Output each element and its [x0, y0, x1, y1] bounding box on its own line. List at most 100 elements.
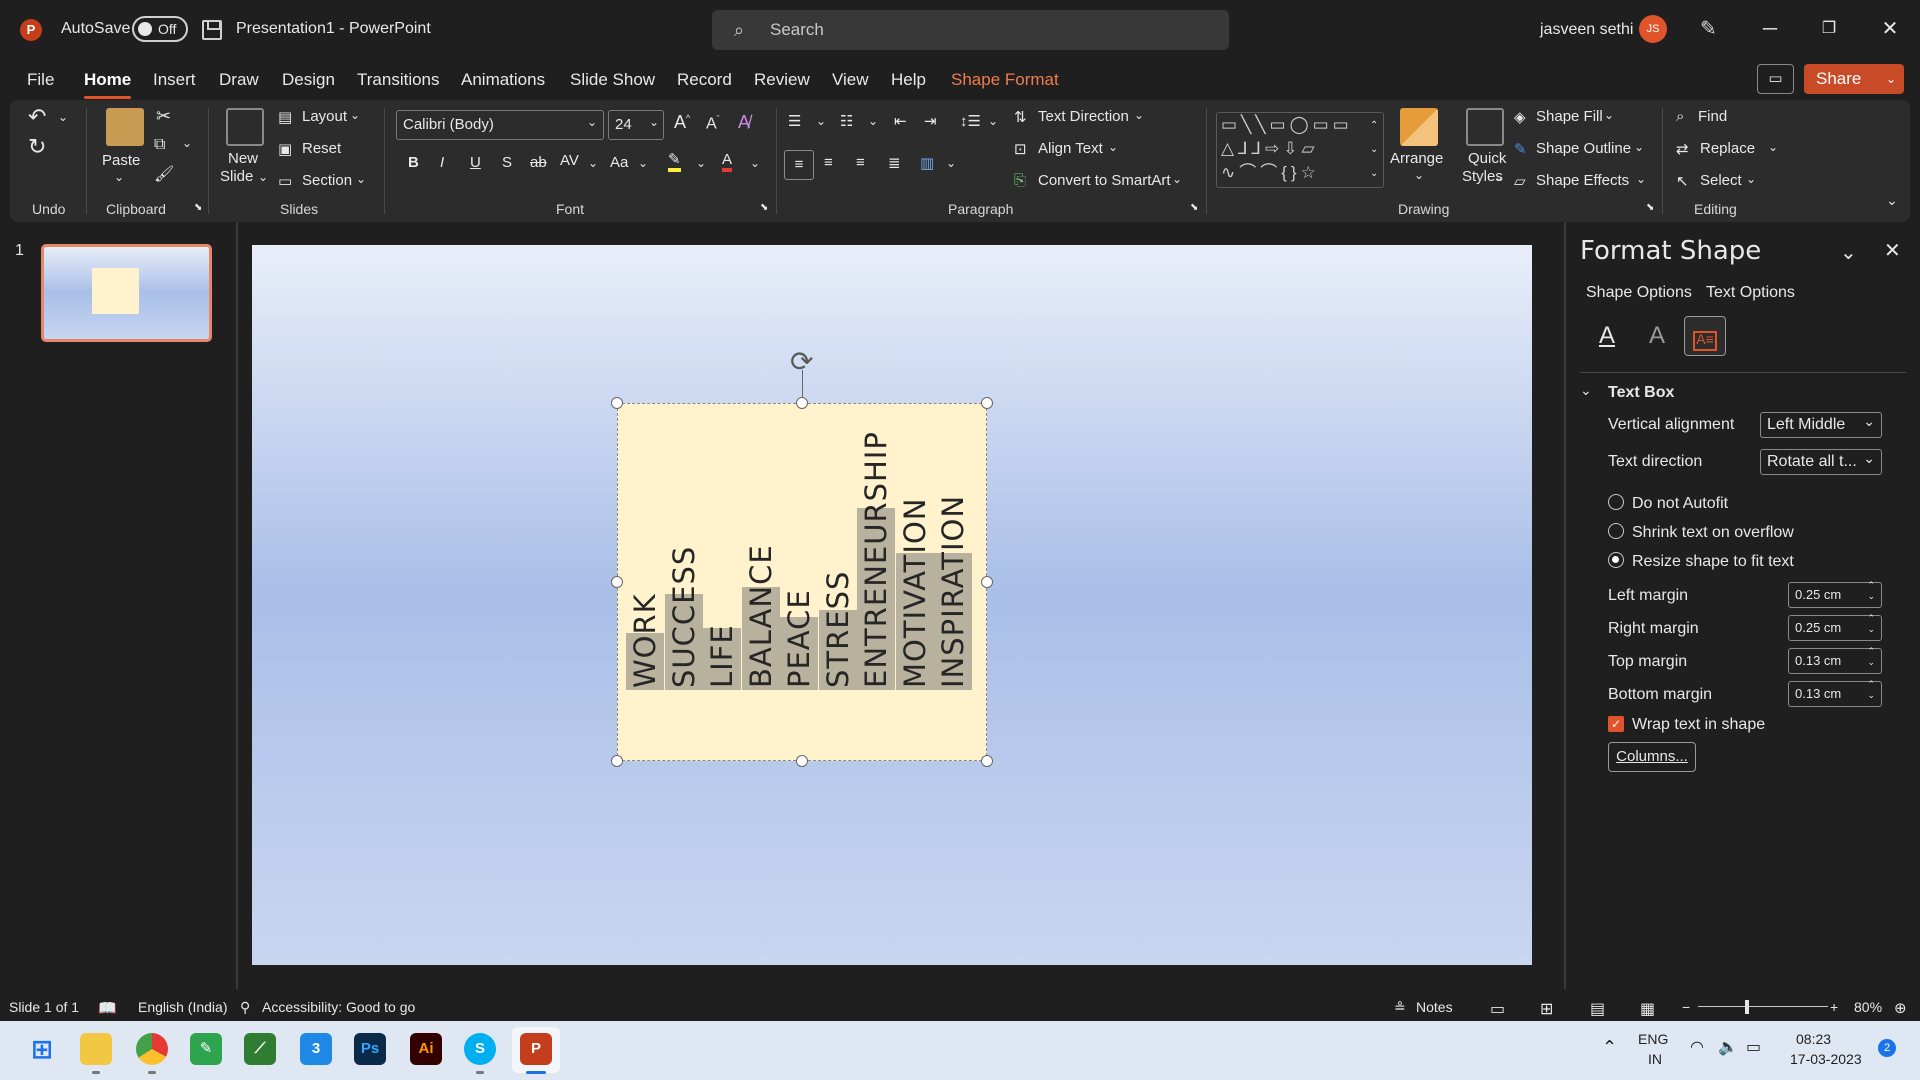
- section-button[interactable]: Section: [302, 172, 352, 189]
- cut-icon[interactable]: ✂: [156, 106, 171, 127]
- comments-button[interactable]: ▭: [1757, 64, 1794, 94]
- shrink-text-radio[interactable]: [1608, 523, 1624, 539]
- find-icon[interactable]: ⌕: [1676, 108, 1684, 125]
- arrange-icon[interactable]: [1400, 108, 1438, 146]
- shape-fill-icon[interactable]: ◈: [1514, 108, 1526, 126]
- resize-handle-bottom[interactable]: [796, 755, 808, 767]
- photoshop-icon[interactable]: Ps: [354, 1033, 386, 1065]
- right-margin-input[interactable]: 0.25 cm: [1788, 613, 1882, 641]
- volume-icon[interactable]: 🔈: [1718, 1037, 1738, 1057]
- new-slide-dropdown-icon[interactable]: ⌄: [258, 170, 268, 184]
- undo-icon[interactable]: ↶: [28, 104, 46, 130]
- restore-icon[interactable]: ❐: [1809, 14, 1849, 44]
- search-box[interactable]: ⌕ Search: [712, 10, 1229, 50]
- section-text-box[interactable]: Text Box: [1608, 384, 1674, 402]
- reading-view-icon[interactable]: ▤: [1590, 999, 1605, 1019]
- font-color-dropdown-icon[interactable]: ⌄: [750, 156, 760, 170]
- align-center-icon[interactable]: ≡: [824, 154, 833, 171]
- chrome-icon[interactable]: [136, 1033, 168, 1065]
- drawing-launcher-icon[interactable]: ⬊: [1646, 202, 1654, 213]
- quick-styles-icon[interactable]: [1466, 108, 1504, 146]
- bold-icon[interactable]: B: [408, 154, 419, 171]
- skype-icon[interactable]: S: [464, 1033, 496, 1065]
- reset-icon[interactable]: ▣: [278, 140, 292, 158]
- shape-effects-dropdown-icon[interactable]: ⌄: [1636, 172, 1646, 186]
- undo-dropdown-icon[interactable]: ⌄: [58, 110, 68, 124]
- replace-icon[interactable]: ⇄: [1676, 140, 1689, 158]
- normal-view-icon[interactable]: ▭: [1490, 999, 1505, 1019]
- save-icon[interactable]: [202, 20, 222, 40]
- tab-home[interactable]: Home: [84, 70, 132, 99]
- tab-shape-options[interactable]: Shape Options: [1586, 284, 1692, 302]
- notification-badge[interactable]: 2: [1878, 1039, 1896, 1057]
- convert-smartart-button[interactable]: Convert to SmartArt: [1038, 172, 1171, 189]
- quick-styles-label-1[interactable]: Quick: [1468, 150, 1506, 167]
- select-icon[interactable]: ↖: [1676, 172, 1689, 190]
- section-icon[interactable]: ▭: [278, 172, 292, 190]
- slide-sorter-icon[interactable]: ⊞: [1540, 999, 1553, 1019]
- paste-dropdown-icon[interactable]: ⌄: [114, 170, 124, 184]
- numbering-icon[interactable]: ☷: [840, 112, 853, 130]
- zoom-out-icon[interactable]: −: [1682, 999, 1690, 1015]
- pane-splitter[interactable]: [236, 222, 238, 989]
- tab-record[interactable]: Record: [677, 70, 732, 90]
- accessibility-icon[interactable]: ⚲: [240, 999, 250, 1016]
- vertical-alignment-select[interactable]: Left Middle: [1760, 409, 1882, 438]
- strikethrough-icon[interactable]: ab: [530, 154, 547, 171]
- tab-text-options[interactable]: Text Options: [1706, 284, 1795, 302]
- file-explorer-icon[interactable]: [80, 1033, 112, 1065]
- tab-view[interactable]: View: [832, 70, 869, 90]
- text-effects-icon[interactable]: A: [1636, 316, 1678, 356]
- section-collapse-icon[interactable]: ⌄: [1580, 382, 1592, 399]
- font-name-select[interactable]: Calibri (Body) ⌄: [396, 110, 604, 140]
- increase-indent-icon[interactable]: ⇥: [924, 112, 937, 130]
- clear-formatting-icon[interactable]: A̸: [738, 112, 750, 133]
- new-slide-icon[interactable]: [226, 108, 264, 146]
- shrink-font-icon[interactable]: Aˇ: [706, 114, 720, 133]
- grow-font-icon[interactable]: A^: [674, 112, 690, 133]
- shape-fill-button[interactable]: Shape Fill: [1536, 108, 1603, 125]
- new-slide-label-1[interactable]: New: [228, 150, 258, 167]
- paragraph-launcher-icon[interactable]: ⬊: [1190, 202, 1198, 213]
- new-slide-label-2[interactable]: Slide: [220, 168, 253, 185]
- tray-chevron-icon[interactable]: ⌃: [1602, 1037, 1617, 1058]
- tab-shape-format[interactable]: Shape Format: [951, 70, 1059, 90]
- shapes-scroll-icon[interactable]: ⌃ ⌄ ⌄: [1370, 114, 1378, 186]
- pane-options-chevron-icon[interactable]: ⌄: [1840, 240, 1857, 265]
- font-launcher-icon[interactable]: ⬊: [760, 202, 768, 213]
- shape-outline-icon[interactable]: ✎: [1514, 140, 1527, 158]
- powerpoint-icon[interactable]: P: [520, 1033, 552, 1065]
- columns-dropdown-icon[interactable]: ⌄: [946, 156, 956, 170]
- shape-outline-dropdown-icon[interactable]: ⌄: [1634, 140, 1644, 154]
- lang-2[interactable]: IN: [1648, 1051, 1662, 1067]
- tab-draw[interactable]: Draw: [219, 70, 259, 90]
- resize-handle-bottom-left[interactable]: [611, 755, 623, 767]
- clock-date[interactable]: 17-03-2023: [1790, 1051, 1862, 1067]
- font-color-icon[interactable]: A: [722, 152, 733, 172]
- tab-insert[interactable]: Insert: [153, 70, 196, 90]
- copy-dropdown-icon[interactable]: ⌄: [182, 136, 192, 150]
- text-direction-dropdown-icon[interactable]: ⌄: [1134, 108, 1144, 122]
- replace-button[interactable]: Replace: [1700, 140, 1755, 157]
- avatar[interactable]: JS: [1639, 15, 1667, 43]
- clock-time[interactable]: 08:23: [1796, 1031, 1831, 1047]
- layout-icon[interactable]: ▤: [278, 108, 292, 126]
- wrap-text-checkbox[interactable]: ✓: [1608, 716, 1624, 732]
- arrange-dropdown-icon[interactable]: ⌄: [1414, 168, 1424, 182]
- copy-icon[interactable]: ⧉: [154, 136, 165, 154]
- slideshow-view-icon[interactable]: ▦: [1640, 999, 1655, 1019]
- shape-outline-button[interactable]: Shape Outline: [1536, 140, 1631, 157]
- text-direction-button[interactable]: Text Direction: [1038, 108, 1129, 125]
- slide-thumbnail[interactable]: [41, 244, 212, 342]
- collapse-ribbon-icon[interactable]: ⌄: [1886, 192, 1898, 209]
- shape-effects-button[interactable]: Shape Effects: [1536, 172, 1629, 189]
- zoom-slider[interactable]: [1698, 1006, 1828, 1007]
- text-fill-outline-icon[interactable]: A: [1586, 316, 1628, 356]
- quick-styles-dropdown-icon[interactable]: ⌄: [1494, 170, 1504, 184]
- zoom-slider-thumb[interactable]: [1745, 1000, 1749, 1014]
- app-chart-icon[interactable]: ⟋: [244, 1033, 276, 1065]
- language[interactable]: English (India): [138, 999, 228, 1015]
- format-painter-icon[interactable]: 🖌: [154, 164, 174, 184]
- notes-button[interactable]: Notes: [1416, 999, 1453, 1015]
- paste-button[interactable]: Paste: [102, 152, 140, 169]
